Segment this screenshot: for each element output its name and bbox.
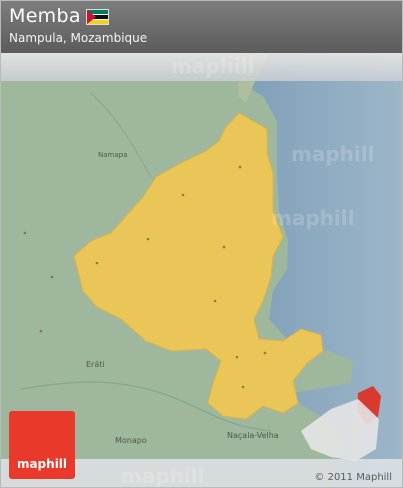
mozambique-flag-icon	[86, 9, 109, 25]
page-title: Memba	[9, 5, 81, 27]
copyright-text: © 2011 Maphill	[314, 472, 392, 483]
logo-text: maphill	[16, 457, 68, 471]
header-bar: Memba Nampula, Mozambique	[1, 1, 402, 53]
nacala-velha-label: Naçala-Velha	[227, 431, 279, 440]
svg-text:maphill: maphill	[291, 142, 374, 166]
erati-label: Eráti	[86, 360, 105, 369]
namapa-label: Namapa	[98, 151, 127, 159]
map-frame: Namapa Eráti Monapo Naçala-Velha maphill…	[0, 0, 403, 488]
maphill-logo[interactable]: maphill	[9, 411, 75, 479]
page-subtitle: Nampula, Mozambique	[9, 31, 148, 45]
svg-text:maphill: maphill	[171, 54, 254, 78]
svg-text:maphill: maphill	[121, 464, 204, 487]
monapo-label: Monapo	[115, 436, 147, 445]
svg-text:maphill: maphill	[271, 206, 354, 230]
